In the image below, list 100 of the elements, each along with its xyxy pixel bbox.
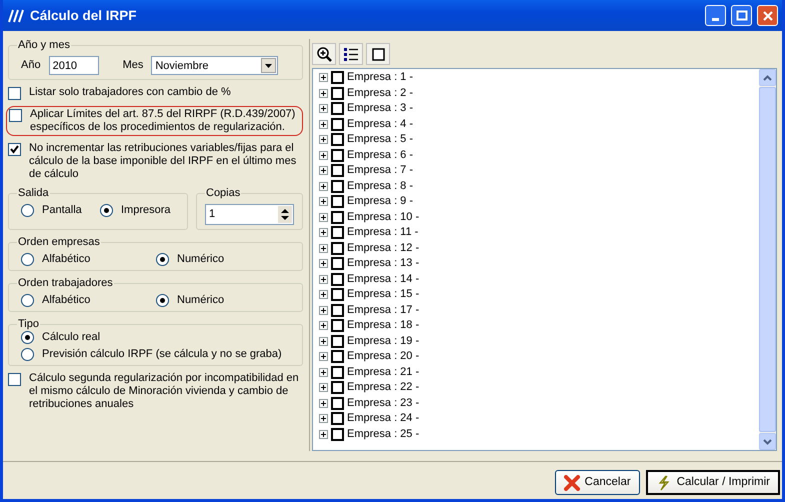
tree-item-label: Empresa : 19 - — [347, 334, 420, 348]
tree-checkbox[interactable] — [331, 226, 344, 240]
scroll-down-button[interactable] — [759, 433, 776, 450]
radio-button[interactable] — [156, 253, 169, 266]
tree-checkbox[interactable] — [331, 242, 344, 255]
tree-checkbox[interactable] — [331, 412, 344, 426]
chevron-down-icon — [763, 438, 772, 444]
radio-button[interactable] — [21, 294, 34, 307]
expand-toggle[interactable] — [319, 120, 328, 129]
radio-button[interactable] — [21, 348, 34, 361]
tree-item-label: Empresa : 11 - — [347, 226, 418, 240]
expand-toggle[interactable] — [319, 398, 328, 408]
radio-button[interactable] — [156, 294, 169, 307]
tree-item-label: Empresa : 3 - — [347, 102, 414, 116]
expand-toggle[interactable] — [319, 321, 328, 330]
expand-toggle[interactable] — [319, 414, 328, 424]
tree-checkbox[interactable] — [331, 288, 344, 302]
tree-checkbox[interactable] — [331, 164, 344, 178]
expand-toggle[interactable] — [319, 166, 328, 176]
expand-toggle[interactable] — [319, 383, 328, 392]
calculate-button[interactable]: Calcular / Imprimir — [646, 470, 780, 495]
close-button[interactable] — [757, 5, 778, 26]
radio-button[interactable] — [21, 204, 34, 217]
caret-icon — [265, 64, 272, 68]
cancel-button[interactable]: Cancelar — [554, 470, 640, 495]
tree-checkbox[interactable] — [331, 257, 344, 270]
tree-checkbox[interactable] — [331, 350, 344, 364]
radio-label: Pantalla — [42, 204, 82, 217]
group-label: Salida — [17, 187, 50, 200]
radio-label: Numérico — [177, 294, 224, 307]
maximize-button[interactable] — [731, 5, 752, 26]
square-icon[interactable] — [366, 43, 390, 65]
tree-item-label: Empresa : 18 - — [347, 319, 420, 332]
checkbox[interactable] — [8, 87, 21, 100]
tree-item-label: Empresa : 5 - — [347, 133, 414, 146]
checkbox[interactable] — [8, 373, 21, 386]
expand-toggle[interactable] — [319, 104, 328, 114]
expand-toggle[interactable] — [319, 306, 328, 315]
radio-label: Numérico — [177, 253, 224, 266]
expand-toggle[interactable] — [319, 244, 328, 253]
radio-button[interactable] — [21, 253, 34, 266]
radio-button[interactable] — [100, 204, 113, 217]
radio-label: Alfabético — [42, 253, 90, 266]
tree-checkbox[interactable] — [331, 195, 344, 208]
year-field[interactable]: 2010 — [48, 56, 99, 75]
radio-button[interactable] — [21, 331, 34, 344]
tree-item-label: Empresa : 2 - — [347, 86, 414, 100]
tree-checkbox[interactable] — [331, 366, 344, 379]
tree-checkbox[interactable] — [331, 428, 344, 441]
tree-checkbox[interactable] — [331, 86, 344, 100]
expand-toggle[interactable] — [319, 197, 328, 206]
tree-checkbox[interactable] — [331, 148, 344, 162]
minimize-button[interactable] — [705, 5, 726, 26]
group-label: Tipo — [17, 318, 40, 331]
tree-item-label: Empresa : 22 - — [347, 381, 420, 394]
tree-checkbox[interactable] — [331, 102, 344, 116]
list-icon[interactable] — [339, 43, 363, 65]
expand-toggle[interactable] — [319, 150, 328, 160]
tree-item-label: Empresa : 9 - — [347, 195, 414, 208]
year-label: Año — [21, 59, 41, 72]
expand-toggle[interactable] — [319, 368, 328, 377]
expand-toggle[interactable] — [319, 212, 328, 222]
tree-checkbox[interactable] — [331, 304, 344, 317]
expand-toggle[interactable] — [319, 228, 328, 238]
expand-toggle[interactable] — [319, 290, 328, 300]
checkbox[interactable] — [9, 109, 22, 122]
app-icon — [7, 8, 25, 24]
tree-checkbox[interactable] — [331, 118, 344, 131]
tree-checkbox[interactable] — [331, 319, 344, 332]
tree-checkbox[interactable] — [331, 381, 344, 394]
expand-toggle[interactable] — [319, 430, 328, 439]
tree-checkbox[interactable] — [331, 396, 344, 410]
month-dropdown[interactable]: Noviembre — [151, 56, 278, 75]
checkbox[interactable] — [8, 143, 21, 156]
expand-toggle[interactable] — [319, 336, 328, 346]
tree-item-label: Empresa : 1 - — [347, 71, 414, 84]
tree-checkbox[interactable] — [331, 334, 344, 348]
checkbox-label: No incrementar las retribuciones variables/fijas para el cálculo de la base imponible del IRPF en el último mes de cálculo — [29, 142, 298, 181]
minimize-icon — [712, 18, 719, 21]
expand-toggle[interactable] — [319, 352, 328, 362]
expand-toggle[interactable] — [319, 73, 328, 82]
expand-toggle[interactable] — [319, 88, 328, 98]
tree-item-label: Empresa : 13 - — [347, 257, 420, 270]
tree-checkbox[interactable] — [331, 180, 344, 193]
copies-spinner[interactable]: 1 — [205, 204, 294, 225]
tree-checkbox[interactable] — [331, 71, 344, 84]
scroll-up-button[interactable] — [759, 69, 776, 86]
tree-item-label: Empresa : 25 - — [347, 428, 420, 441]
group-label: Orden trabajadores — [17, 277, 114, 290]
tree-checkbox[interactable] — [331, 272, 344, 286]
tree-item-label: Empresa : 10 - — [347, 210, 420, 224]
group-label: Orden empresas — [17, 236, 101, 249]
zoom-in-icon[interactable] — [312, 43, 336, 65]
tree-checkbox[interactable] — [331, 210, 344, 224]
expand-toggle[interactable] — [319, 182, 328, 191]
expand-toggle[interactable] — [319, 135, 328, 144]
tree-checkbox[interactable] — [331, 133, 344, 146]
tree-item-label: Empresa : 14 - — [347, 272, 420, 286]
expand-toggle[interactable] — [319, 259, 328, 268]
expand-toggle[interactable] — [319, 274, 328, 284]
